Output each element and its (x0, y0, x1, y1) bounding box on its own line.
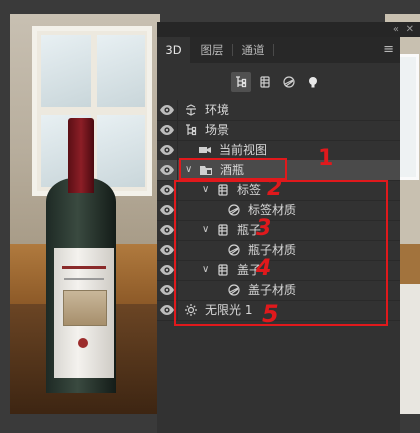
layer-row[interactable]: 场景 (157, 120, 400, 141)
material-filter-icon[interactable] (279, 72, 299, 92)
panel-tabs: 3D 图层 通道 ≡ (157, 37, 400, 63)
layer-row[interactable]: 环境 (157, 100, 400, 121)
annotation-number-2: 2 (267, 176, 283, 201)
visibility-eye-icon[interactable] (159, 123, 175, 137)
tab-divider (273, 44, 274, 56)
visibility-eye-icon[interactable] (159, 203, 175, 217)
annotation-number-4: 4 (256, 256, 272, 281)
annotation-number-1: 1 (318, 146, 334, 171)
scene-icon (184, 123, 198, 137)
filter-bar (157, 63, 400, 101)
mesh-filter-icon[interactable] (255, 72, 275, 92)
visibility-eye-icon[interactable] (159, 143, 175, 157)
visibility-eye-icon[interactable] (159, 163, 175, 177)
tab-layers[interactable]: 图层 (192, 37, 232, 63)
camera-icon (198, 143, 212, 157)
collapse-icon[interactable]: « (393, 22, 399, 37)
visibility-eye-icon[interactable] (159, 183, 175, 197)
annotation-number-5: 5 (262, 300, 279, 328)
visibility-eye-icon[interactable] (159, 243, 175, 257)
panel-menu-icon[interactable]: ≡ (383, 37, 394, 63)
layer-label: 场景 (205, 123, 230, 137)
visibility-eye-icon[interactable] (159, 263, 175, 277)
scene-filter-icon[interactable] (231, 72, 251, 92)
close-icon[interactable]: ✕ (406, 22, 414, 37)
visibility-eye-icon[interactable] (159, 303, 175, 317)
layer-label: 环境 (205, 103, 230, 117)
visibility-eye-icon[interactable] (159, 223, 175, 237)
visibility-eye-icon[interactable] (159, 283, 175, 297)
bottle-label (54, 248, 114, 378)
panel-title-bar[interactable]: « ✕ (157, 22, 420, 37)
environment-icon (184, 103, 198, 117)
layer-label: 当前视图 (219, 143, 268, 157)
light-filter-icon[interactable] (303, 72, 323, 92)
tab-channels[interactable]: 通道 (233, 37, 273, 63)
annotation-box-2 (174, 180, 388, 326)
visibility-eye-icon[interactable] (159, 103, 175, 117)
wine-bottle-model[interactable] (40, 118, 140, 398)
annotation-number-3: 3 (256, 216, 272, 241)
tab-3d[interactable]: 3D (157, 37, 190, 63)
